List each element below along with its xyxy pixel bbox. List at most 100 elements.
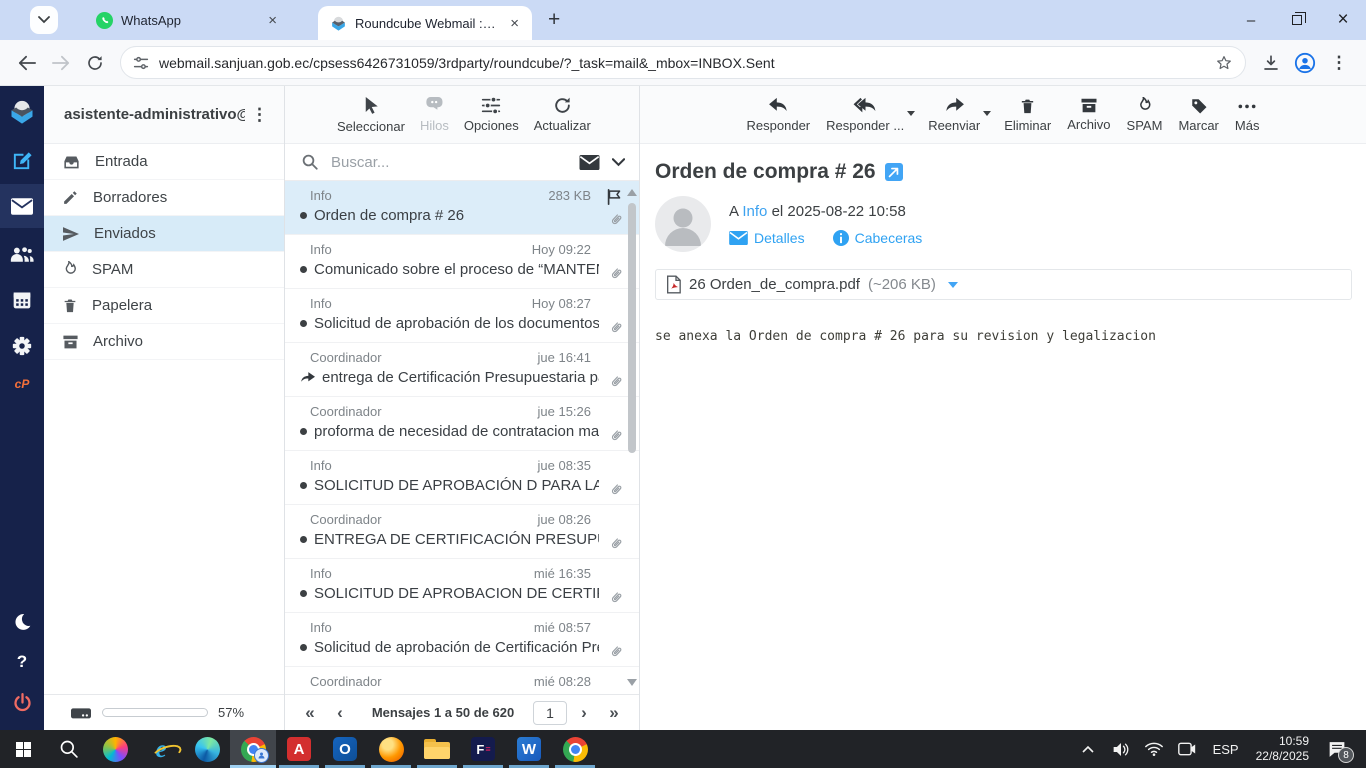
tab-close-icon[interactable]: × (265, 12, 280, 29)
list-scrollbar[interactable] (626, 185, 638, 690)
first-page-button[interactable]: « (297, 703, 323, 723)
whatsapp-icon (96, 11, 113, 29)
profile-avatar[interactable] (1288, 46, 1322, 80)
file-explorer-button[interactable] (414, 730, 460, 768)
reply-all-dropdown-caret[interactable] (907, 110, 916, 116)
prev-page-button[interactable]: ‹ (327, 703, 353, 723)
message-list-item[interactable]: Info mié 16:35 SOLICITUD DE APROBACION D… (285, 559, 639, 613)
meet-now-button[interactable] (1174, 730, 1200, 768)
attachment-bar[interactable]: 26 Orden_de_compra.pdf (~206 KB) (655, 269, 1352, 300)
reply-all-button[interactable]: Responder ... (826, 97, 916, 133)
logout-button[interactable] (0, 682, 44, 722)
language-indicator[interactable]: ESP (1207, 742, 1245, 757)
message-list-item[interactable]: Info Hoy 08:27 Solicitud de aprobación d… (285, 289, 639, 343)
folder-enviados[interactable]: Enviados (44, 216, 284, 252)
tab-whatsapp[interactable]: WhatsApp × (84, 0, 290, 40)
message-list-item[interactable]: Coordinador jue 15:26 proforma de necesi… (285, 397, 639, 451)
compose-button[interactable] (0, 140, 44, 180)
forward-button[interactable] (44, 46, 78, 80)
open-in-new-window-button[interactable] (884, 163, 903, 181)
restore-button[interactable] (1274, 0, 1320, 40)
url-text[interactable]: webmail.sanjuan.gob.ec/cpsess6426731059/… (159, 55, 1205, 71)
volume-button[interactable] (1108, 730, 1134, 768)
recipient-link[interactable]: Info (742, 203, 767, 220)
wifi-button[interactable] (1141, 730, 1167, 768)
account-menu-button[interactable]: ⋮ (245, 105, 274, 125)
message-list-item[interactable]: Coordinador jue 08:26 ENTREGA DE CERTIFI… (285, 505, 639, 559)
firefox-button[interactable] (368, 730, 414, 768)
minimize-button[interactable]: – (1228, 0, 1274, 40)
spam-button[interactable]: SPAM (1127, 96, 1162, 133)
internet-explorer-button[interactable]: e (138, 730, 184, 768)
cpanel-icon[interactable]: cP (0, 370, 44, 398)
scrollbar-thumb[interactable] (628, 203, 636, 453)
tab-search-button[interactable] (30, 6, 58, 34)
message-list-item[interactable]: Coordinador jue 16:41 entrega de Certifi… (285, 343, 639, 397)
contacts-nav-button[interactable] (0, 234, 44, 274)
threads-button[interactable]: Hilos (420, 96, 449, 133)
start-button[interactable] (0, 730, 46, 768)
word-button[interactable]: W (506, 730, 552, 768)
bookmark-star-icon[interactable] (1215, 54, 1233, 72)
new-tab-button[interactable]: + (548, 8, 560, 32)
f-app-button[interactable]: F ≡ (460, 730, 506, 768)
headers-toggle[interactable]: Cabeceras (832, 230, 922, 246)
settings-nav-button[interactable] (0, 326, 44, 366)
taskbar-clock[interactable]: 10:59 22/8/2025 (1252, 734, 1313, 764)
search-scope-mail-icon[interactable] (579, 154, 600, 170)
scroll-up-arrow[interactable] (627, 189, 637, 196)
reload-button[interactable] (78, 46, 112, 80)
message-list-item[interactable]: Info 283 KB Orden de compra # 26 (285, 181, 639, 235)
back-button[interactable] (10, 46, 44, 80)
archive-button[interactable]: Archivo (1067, 97, 1111, 132)
folder-spam[interactable]: SPAM (44, 252, 284, 288)
action-center-button[interactable]: 8 (1320, 730, 1354, 768)
help-button[interactable]: ? (0, 642, 44, 682)
scroll-down-arrow[interactable] (627, 679, 637, 686)
dark-mode-button[interactable] (0, 602, 44, 642)
delete-button[interactable]: Eliminar (1004, 97, 1051, 133)
attachment-dropdown-caret[interactable] (947, 281, 958, 288)
folder-archivo[interactable]: Archivo (44, 324, 284, 360)
tab-roundcube-active[interactable]: Roundcube Webmail :: Enviados × (318, 6, 532, 40)
flag-icon[interactable] (606, 189, 623, 205)
taskbar-search-button[interactable] (46, 730, 92, 768)
downloads-button[interactable] (1254, 46, 1288, 80)
page-number-input[interactable]: 1 (533, 700, 567, 725)
forward-dropdown-caret[interactable] (983, 110, 992, 116)
chrome-button[interactable] (552, 730, 598, 768)
address-bar[interactable]: webmail.sanjuan.gob.ec/cpsess6426731059/… (120, 46, 1246, 79)
message-list-item[interactable]: Info jue 08:35 SOLICITUD DE APROBACIÓN D… (285, 451, 639, 505)
tab-close-icon[interactable]: × (507, 15, 522, 32)
browser-menu-button[interactable]: ⋮ (1322, 46, 1356, 80)
close-button[interactable]: × (1320, 0, 1366, 40)
message-meta: mié 16:35 (533, 566, 591, 581)
mark-button[interactable]: Marcar (1178, 97, 1219, 133)
chrome-profile-button[interactable] (230, 730, 276, 768)
mail-nav-button[interactable] (0, 184, 44, 228)
acrobat-button[interactable]: A (276, 730, 322, 768)
copilot-button[interactable] (92, 730, 138, 768)
message-list-item[interactable]: Info Hoy 09:22 Comunicado sobre el proce… (285, 235, 639, 289)
select-button[interactable]: Seleccionar (337, 96, 405, 134)
outlook-button[interactable]: O (322, 730, 368, 768)
tray-expand-button[interactable] (1075, 730, 1101, 768)
search-options-chevron-icon[interactable] (612, 157, 625, 167)
reply-button[interactable]: Responder (747, 97, 810, 133)
edge-button[interactable] (184, 730, 230, 768)
folder-papelera[interactable]: Papelera (44, 288, 284, 324)
forward-button[interactable]: Reenviar (928, 97, 992, 133)
message-list-item[interactable]: Coordinador mié 08:28 (285, 667, 639, 694)
more-button[interactable]: Más (1235, 97, 1259, 133)
next-page-button[interactable]: › (571, 703, 597, 723)
folder-entrada[interactable]: Entrada (44, 144, 284, 180)
folder-borradores[interactable]: Borradores (44, 180, 284, 216)
options-button[interactable]: Opciones (464, 96, 519, 133)
last-page-button[interactable]: » (601, 703, 627, 723)
search-bar[interactable]: Buscar... (285, 144, 639, 181)
details-toggle[interactable]: Detalles (729, 230, 805, 246)
attachment-name[interactable]: 26 Orden_de_compra.pdf (689, 276, 860, 293)
refresh-button[interactable]: Actualizar (534, 96, 591, 133)
message-list-item[interactable]: Info mié 08:57 Solicitud de aprobación d… (285, 613, 639, 667)
calendar-nav-button[interactable] (0, 280, 44, 320)
